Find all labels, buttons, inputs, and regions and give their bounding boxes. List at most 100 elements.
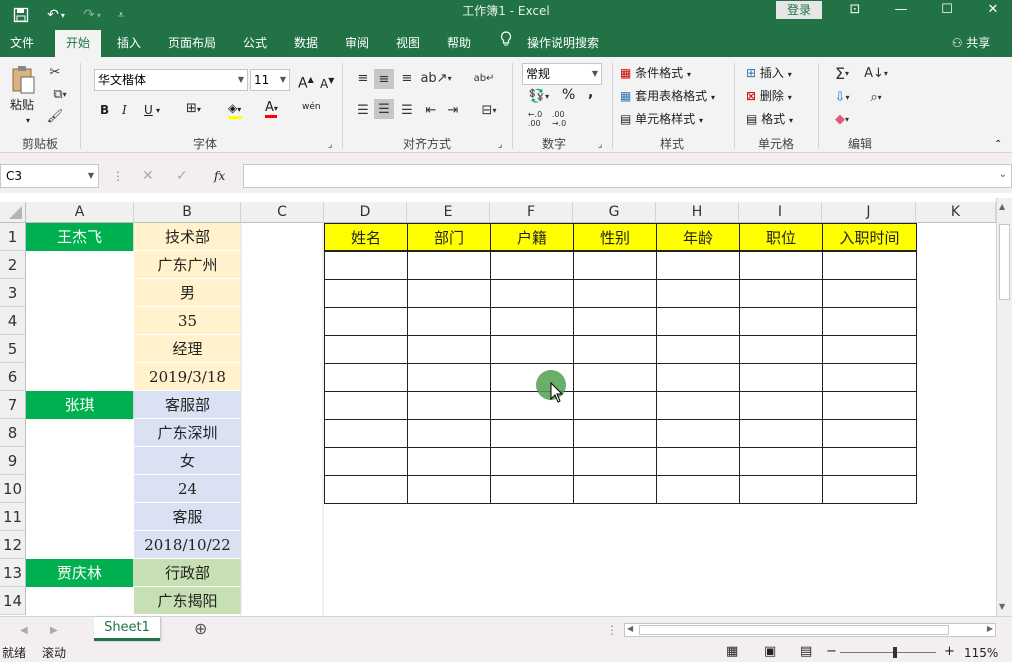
font-dialog-launcher-icon[interactable]: ⌟ bbox=[328, 137, 332, 153]
horizontal-scroll-thumb[interactable] bbox=[639, 625, 949, 635]
row-header-8[interactable]: 8 bbox=[0, 419, 26, 447]
cell-styles-button[interactable]: ▤ 单元格样式 ▾ bbox=[620, 111, 703, 129]
table-cell[interactable] bbox=[822, 335, 917, 364]
vertical-scroll-thumb[interactable] bbox=[999, 224, 1010, 300]
prev-sheet-icon[interactable]: ◀ bbox=[20, 623, 28, 639]
table-cell[interactable] bbox=[656, 251, 740, 280]
table-cell[interactable] bbox=[324, 335, 408, 364]
table-cell[interactable] bbox=[739, 251, 823, 280]
sheet-tab-sheet1[interactable]: Sheet1 bbox=[94, 617, 160, 641]
column-header-f[interactable]: F bbox=[490, 202, 573, 223]
cell-b11[interactable]: 客服 bbox=[134, 503, 241, 531]
row-header-7[interactable]: 7 bbox=[0, 391, 26, 419]
table-cell[interactable] bbox=[739, 307, 823, 336]
cell-b3[interactable]: 男 bbox=[134, 279, 241, 307]
fill-color-icon[interactable]: ◈▾ bbox=[228, 100, 242, 119]
table-cell[interactable] bbox=[324, 251, 408, 280]
next-sheet-icon[interactable]: ▶ bbox=[50, 623, 58, 639]
cell-b5[interactable]: 经理 bbox=[134, 335, 241, 363]
table-cell[interactable] bbox=[490, 447, 574, 476]
normal-view-icon[interactable]: ▦ bbox=[726, 644, 738, 660]
table-cell[interactable] bbox=[739, 419, 823, 448]
align-right-icon[interactable]: ☰ bbox=[398, 101, 416, 119]
table-cell[interactable] bbox=[324, 447, 408, 476]
table-cell[interactable] bbox=[324, 307, 408, 336]
column-header-a[interactable]: A bbox=[26, 202, 134, 223]
scroll-left-icon[interactable]: ◀ bbox=[627, 624, 633, 633]
row-header-9[interactable]: 9 bbox=[0, 447, 26, 475]
tab-split-grip-icon[interactable]: ⋮ bbox=[606, 622, 618, 638]
table-cell[interactable] bbox=[822, 391, 917, 420]
font-size-dropdown[interactable]: 11 ▼ bbox=[250, 69, 290, 91]
table-cell[interactable] bbox=[573, 279, 657, 308]
table-cell[interactable] bbox=[573, 335, 657, 364]
zoom-out-icon[interactable]: − bbox=[826, 644, 837, 660]
table-cell[interactable] bbox=[324, 279, 408, 308]
cell-b8[interactable]: 广东深圳 bbox=[134, 419, 241, 447]
column-header-b[interactable]: B bbox=[134, 202, 241, 223]
borders-icon[interactable]: ⊞▾ bbox=[186, 101, 201, 118]
share-button[interactable]: ⚇ 共享 bbox=[946, 30, 996, 57]
formula-input[interactable]: ⌄ bbox=[243, 164, 1012, 188]
table-header-cell[interactable]: 性别 bbox=[573, 223, 657, 251]
table-cell[interactable] bbox=[407, 279, 491, 308]
table-cell[interactable] bbox=[573, 419, 657, 448]
font-color-button[interactable]: A▾ bbox=[265, 100, 278, 118]
cell-b13[interactable]: 行政部 bbox=[134, 559, 241, 587]
table-cell[interactable] bbox=[407, 475, 491, 504]
scroll-right-icon[interactable]: ▶ bbox=[987, 624, 993, 633]
table-cell[interactable] bbox=[822, 307, 917, 336]
increase-decimal-icon[interactable]: ←.0.00 bbox=[524, 110, 546, 128]
name-box[interactable]: C3 ▼ bbox=[0, 164, 99, 188]
increase-indent-icon[interactable]: ⇥ bbox=[444, 101, 462, 119]
maximize-icon[interactable]: ☐ bbox=[924, 0, 970, 22]
tab-insert[interactable]: 插入 bbox=[108, 30, 150, 57]
wrap-text-icon[interactable]: ab↵ bbox=[474, 69, 495, 87]
row-header-10[interactable]: 10 bbox=[0, 475, 26, 503]
column-header-j[interactable]: J bbox=[822, 202, 916, 223]
scroll-up-icon[interactable]: ▲ bbox=[999, 202, 1005, 211]
font-name-dropdown[interactable]: 华文楷体 ▼ bbox=[94, 69, 248, 91]
fill-icon[interactable]: ⇩ ▾ bbox=[828, 87, 856, 107]
table-header-cell[interactable]: 职位 bbox=[739, 223, 823, 251]
accounting-format-icon[interactable]: 💱 ▾ bbox=[524, 87, 554, 105]
row-header-11[interactable]: 11 bbox=[0, 503, 26, 531]
bottom-align-icon[interactable]: ≡ bbox=[398, 69, 416, 87]
table-cell[interactable] bbox=[822, 475, 917, 504]
table-cell[interactable] bbox=[822, 363, 917, 392]
table-cell[interactable] bbox=[656, 307, 740, 336]
cell-b1[interactable]: 技术部 bbox=[134, 223, 241, 251]
cell-b10[interactable]: 24 bbox=[134, 475, 241, 503]
table-cell[interactable] bbox=[407, 447, 491, 476]
select-all-corner[interactable] bbox=[0, 202, 26, 223]
vertical-scrollbar[interactable]: ▲ ▼ bbox=[996, 198, 1012, 616]
tab-page-layout[interactable]: 页面布局 bbox=[158, 30, 226, 57]
table-header-cell[interactable]: 姓名 bbox=[324, 223, 408, 251]
table-cell[interactable] bbox=[407, 419, 491, 448]
table-cell[interactable] bbox=[407, 335, 491, 364]
table-cell[interactable] bbox=[407, 363, 491, 392]
tab-view[interactable]: 视图 bbox=[387, 30, 429, 57]
ribbon-display-options-icon[interactable]: ⊡ bbox=[832, 0, 878, 22]
shrink-font-button[interactable]: A▼ bbox=[320, 73, 334, 92]
table-cell[interactable] bbox=[573, 475, 657, 504]
column-header-c[interactable]: C bbox=[241, 202, 324, 223]
table-cell[interactable] bbox=[490, 307, 574, 336]
enter-icon[interactable]: ✓ bbox=[176, 168, 188, 184]
tab-file[interactable]: 文件 bbox=[0, 30, 44, 57]
number-dialog-launcher-icon[interactable]: ⌟ bbox=[598, 137, 602, 153]
align-left-icon[interactable]: ☰ bbox=[354, 101, 372, 119]
table-cell[interactable] bbox=[490, 475, 574, 504]
cell-a13[interactable]: 贾庆林 bbox=[26, 559, 134, 587]
grow-font-button[interactable]: A▲ bbox=[298, 72, 314, 92]
page-break-view-icon[interactable]: ▤ bbox=[800, 644, 812, 660]
formula-bar-grip-icon[interactable]: ⋮ bbox=[112, 168, 124, 184]
percent-style-button[interactable]: % bbox=[562, 87, 575, 103]
table-cell[interactable] bbox=[739, 335, 823, 364]
cell-b9[interactable]: 女 bbox=[134, 447, 241, 475]
table-cell[interactable] bbox=[739, 447, 823, 476]
table-cell[interactable] bbox=[324, 363, 408, 392]
bold-button[interactable]: B bbox=[100, 102, 109, 118]
cell-b12[interactable]: 2018/10/22 bbox=[134, 531, 241, 559]
scroll-down-icon[interactable]: ▼ bbox=[999, 602, 1005, 611]
